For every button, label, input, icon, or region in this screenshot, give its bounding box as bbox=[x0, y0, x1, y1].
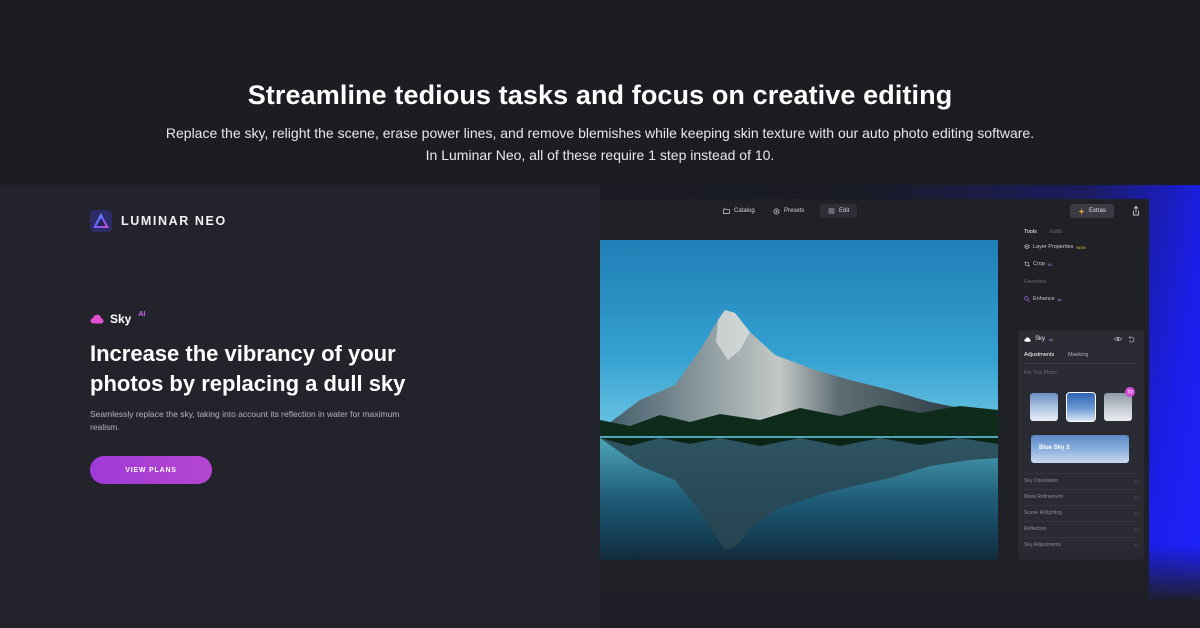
luminar-triangle-icon bbox=[90, 210, 112, 232]
chevron-down-icon: ⌄ bbox=[1133, 478, 1138, 484]
tab-tools[interactable]: Tools bbox=[1024, 229, 1037, 235]
feature-copy-section: LUMINAR NEO Sky AI Increase the vibrancy… bbox=[0, 185, 600, 628]
hero-subline-1: Replace the sky, relight the scene, eras… bbox=[165, 125, 1035, 141]
share-icon[interactable] bbox=[1130, 205, 1142, 217]
sky-ai-badge: AI bbox=[1049, 336, 1053, 342]
reset-icon[interactable] bbox=[1128, 336, 1135, 343]
for-this-photo-heading: For This Photo bbox=[1024, 370, 1057, 376]
subtab-masking[interactable]: Masking bbox=[1068, 352, 1088, 358]
tool-layer-properties[interactable]: Layer Properties NEW bbox=[1024, 244, 1086, 250]
brand-name: LUMINAR NEO bbox=[121, 214, 227, 228]
enhance-label: Enhance bbox=[1033, 296, 1055, 302]
chevron-down-icon: ⌄ bbox=[1133, 510, 1138, 516]
crop-icon bbox=[1024, 261, 1030, 267]
accordion-mask-refinement[interactable]: Mask Refinement ⌄ bbox=[1024, 489, 1138, 504]
feature-ai-badge: AI bbox=[138, 310, 146, 318]
cart-icon bbox=[1127, 389, 1133, 394]
hero-subline-2: In Luminar Neo, all of these require 1 s… bbox=[425, 147, 775, 163]
layer-properties-label: Layer Properties bbox=[1033, 244, 1074, 250]
hero-section: Streamline tedious tasks and focus on cr… bbox=[0, 0, 1200, 185]
extras-label: Extras bbox=[1089, 208, 1107, 214]
feature-title: Increase the vibrancy of your photos by … bbox=[90, 341, 406, 396]
presets-icon bbox=[773, 208, 780, 214]
selected-sky-name: Blue Sky 3 bbox=[1039, 445, 1070, 451]
cart-badge[interactable] bbox=[1125, 387, 1135, 397]
brand-logo-lockup[interactable]: LUMINAR NEO bbox=[90, 210, 227, 232]
tool-crop[interactable]: Crop AI bbox=[1024, 261, 1052, 267]
accordion-label: Sky Orientation bbox=[1024, 478, 1059, 484]
layer-new-badge: NEW bbox=[1076, 244, 1086, 250]
hero-subline: Replace the sky, relight the scene, eras… bbox=[0, 122, 1200, 166]
accordion-scene-relighting[interactable]: Scene Relighting ⌄ bbox=[1024, 505, 1138, 520]
chevron-down-icon: ⌄ bbox=[1133, 526, 1138, 532]
feature-name: Sky bbox=[110, 312, 132, 326]
tab-edit[interactable]: Edit bbox=[820, 204, 858, 218]
sky-tool-header[interactable]: Sky AI bbox=[1024, 336, 1053, 342]
tab-edits[interactable]: Edits bbox=[1050, 229, 1062, 235]
cloud-icon bbox=[1024, 336, 1031, 342]
tab-presets-label: Presets bbox=[784, 208, 805, 214]
tab-presets[interactable]: Presets bbox=[765, 204, 812, 218]
accordion-sky-orientation[interactable]: Sky Orientation ⌄ bbox=[1024, 473, 1138, 488]
tab-catalog-label: Catalog bbox=[734, 208, 755, 214]
layers-icon bbox=[1024, 244, 1030, 249]
subtabs-divider bbox=[1024, 363, 1138, 364]
cloud-icon bbox=[90, 314, 104, 324]
selected-sky-preview[interactable]: Blue Sky 3 bbox=[1031, 435, 1129, 463]
bottom-fade-overlay bbox=[600, 545, 1200, 628]
feature-label: Sky AI bbox=[90, 310, 146, 326]
sky-thumbnail-3[interactable] bbox=[1104, 393, 1132, 421]
hero-headline: Streamline tedious tasks and focus on cr… bbox=[247, 80, 953, 110]
tab-catalog[interactable]: Catalog bbox=[715, 204, 763, 218]
tool-enhance[interactable]: Enhance AI bbox=[1024, 296, 1062, 302]
eye-icon[interactable] bbox=[1114, 336, 1122, 342]
accordion-reflection[interactable]: Reflection ⌄ bbox=[1024, 521, 1138, 536]
sky-tool-card: Sky AI Adjustments Masking For This Phot… bbox=[1018, 330, 1144, 560]
enhance-icon bbox=[1024, 296, 1030, 302]
favorites-heading: Favorites bbox=[1024, 279, 1047, 285]
app-mockup-section: Catalog Presets Edit Extras Tools Edits … bbox=[600, 185, 1200, 628]
folder-icon bbox=[723, 208, 730, 214]
accordion-label: Scene Relighting bbox=[1024, 510, 1062, 516]
edited-photo-preview[interactable] bbox=[600, 240, 998, 560]
chevron-down-icon: ⌄ bbox=[1133, 494, 1138, 500]
accordion-label: Mask Refinement bbox=[1024, 494, 1063, 500]
subtab-adjustments[interactable]: Adjustments bbox=[1024, 352, 1054, 358]
app-toolbar: Catalog Presets Edit Extras bbox=[600, 199, 1149, 223]
accordion-label: Reflection bbox=[1024, 526, 1047, 532]
feature-description: Seamlessly replace the sky, taking into … bbox=[90, 409, 400, 432]
sky-thumbnail-2[interactable] bbox=[1066, 392, 1096, 422]
crop-label: Crop bbox=[1033, 261, 1045, 267]
enhance-ai-badge: AI bbox=[1057, 296, 1062, 302]
tab-edit-label: Edit bbox=[839, 208, 850, 214]
sliders-icon bbox=[828, 208, 835, 214]
crop-ai-badge: AI bbox=[1047, 261, 1052, 267]
extras-button[interactable]: Extras bbox=[1070, 204, 1115, 218]
sparkle-icon bbox=[1078, 207, 1085, 215]
sky-thumbnail-1[interactable] bbox=[1030, 393, 1058, 421]
view-plans-button[interactable]: VIEW PLANS bbox=[90, 456, 212, 484]
sky-tool-title: Sky bbox=[1035, 336, 1046, 342]
